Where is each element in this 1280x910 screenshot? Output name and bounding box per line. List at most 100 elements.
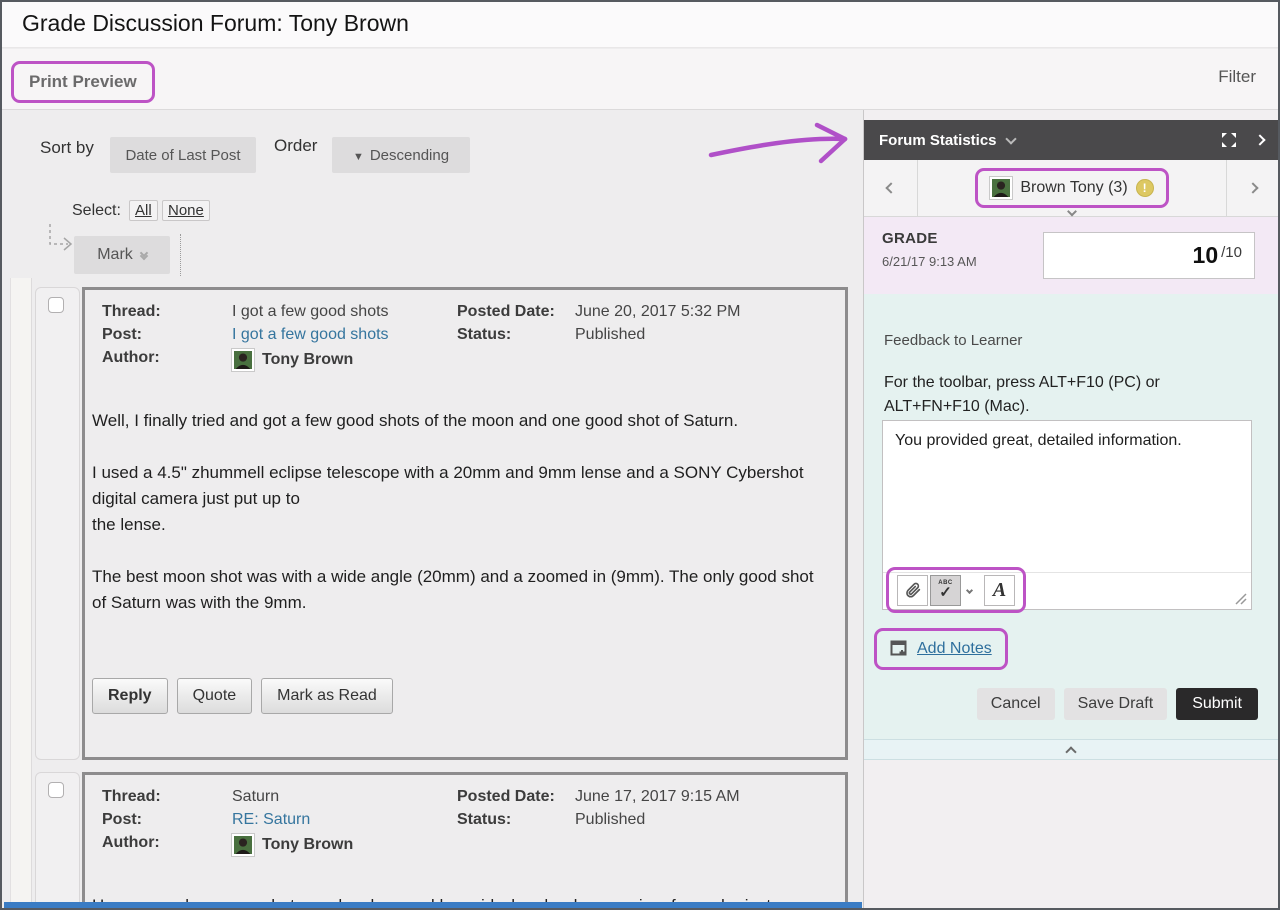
panel-header: Forum Statistics [864,120,1278,160]
thread-value: I got a few good shots [232,303,457,321]
post-actions: Reply Quote Mark as Read [92,678,393,714]
student-selector[interactable]: Brown Tony (3) ! [975,168,1168,208]
post-gutter [35,287,80,760]
student-name: Brown Tony (3) [1020,179,1127,197]
author-cell: Tony Brown [232,834,457,856]
double-chevron-down-icon [141,250,147,256]
post-header: Thread: Saturn Posted Date: June 17, 201… [102,788,822,856]
cancel-button[interactable]: Cancel [977,688,1055,720]
post-title-link[interactable]: RE: Saturn [232,811,457,829]
post-label: Post: [102,811,232,829]
posted-date-label: Posted Date: [457,788,575,806]
warning-icon: ! [1136,179,1154,197]
descending-arrow-icon: ▼ [353,151,364,163]
attach-file-button[interactable] [897,575,928,606]
next-student-button[interactable] [1226,160,1278,216]
feedback-editor: You provided great, detailed information… [882,420,1252,610]
post-body: Well, I finally tried and got a few good… [92,408,832,642]
submit-button[interactable]: Submit [1176,688,1258,720]
chevron-down-icon [1005,133,1016,144]
select-all-link[interactable]: All [129,200,158,221]
status-label: Status: [457,811,575,829]
author-label: Author: [102,349,232,371]
status-label: Status: [457,326,575,344]
mark-as-read-button[interactable]: Mark as Read [261,678,393,714]
add-notes-highlight: Add Notes [874,628,1008,670]
grade-discussion-page: Grade Discussion Forum: Tony Brown Print… [0,0,1280,910]
chevron-up-icon [1065,746,1076,757]
grade-input[interactable]: 10 /10 [1043,232,1255,279]
status-value: Published [575,811,822,829]
grade-score: 10 [1193,242,1219,269]
save-draft-button[interactable]: Save Draft [1064,688,1168,720]
mark-dropdown-button[interactable]: Mark [74,236,170,274]
post-row: Thread: I got a few good shots Posted Da… [35,287,848,760]
spellcheck-icon: ABC✓ [938,580,953,600]
spellcheck-dropdown[interactable] [963,575,976,606]
feedback-buttons: Cancel Save Draft Submit [977,688,1258,720]
author-cell: Tony Brown [232,349,457,371]
collapse-panel-icon[interactable] [1254,134,1265,145]
page-title: Grade Discussion Forum: Tony Brown [22,10,409,37]
posted-date-label: Posted Date: [457,303,575,321]
posted-date-value: June 17, 2017 9:15 AM [575,788,822,806]
paperclip-icon [904,581,922,599]
forum-statistics-panel: Forum Statistics Brown Tony (3) ! [863,110,1278,908]
editor-toolbar-highlight: ABC✓ A [886,567,1026,613]
post-checkbox[interactable] [48,782,64,798]
student-carousel: Brown Tony (3) ! [864,160,1278,217]
print-preview-button[interactable]: Print Preview [29,72,137,91]
grade-label: GRADE [882,230,938,247]
feedback-textarea[interactable]: You provided great, detailed information… [883,421,1251,574]
dashed-arrow-icon [40,222,80,258]
left-rail [10,278,32,908]
posted-date-value: June 20, 2017 5:32 PM [575,303,822,321]
post-card: Thread: I got a few good shots Posted Da… [82,287,848,760]
posts-main-area: Sort by Date of Last Post Order ▼Descend… [2,110,863,908]
annotation-arrow-icon [705,121,863,169]
reply-button[interactable]: Reply [92,678,168,714]
filter-button[interactable]: Filter [1218,67,1256,87]
status-value: Published [575,326,822,344]
post-paragraph: The best moon shot was with a wide angle… [92,564,832,616]
grade-out-of: /10 [1221,244,1242,261]
select-none-link[interactable]: None [162,200,210,221]
action-bar: Print Preview Filter [2,49,1278,110]
post-checkbox[interactable] [48,297,64,313]
carousel-center: Brown Tony (3) ! [918,160,1226,216]
post-gutter [35,772,80,908]
post-title-link[interactable]: I got a few good shots [232,326,457,344]
order-dropdown[interactable]: ▼Descending [332,137,470,173]
spellcheck-button[interactable]: ABC✓ [930,575,961,606]
grade-section: GRADE 6/21/17 9:13 AM 10 /10 [864,217,1278,294]
thread-label: Thread: [102,303,232,321]
chevron-down-icon[interactable] [1067,207,1077,217]
title-bar: Grade Discussion Forum: Tony Brown [2,2,1278,48]
add-notes-link[interactable]: Add Notes [917,640,992,658]
previous-student-button[interactable] [864,160,918,216]
toolbar-help-text: For the toolbar, press ALT+F10 (PC) or A… [884,371,1214,419]
author-label: Author: [102,834,232,856]
text-style-button[interactable]: A [984,575,1015,606]
notes-icon [890,640,908,658]
quote-button[interactable]: Quote [177,678,253,714]
panel-title[interactable]: Forum Statistics [879,132,997,149]
post-label: Post: [102,326,232,344]
sort-by-dropdown[interactable]: Date of Last Post [110,137,256,173]
avatar [232,349,254,371]
avatar [990,177,1012,199]
thread-label: Thread: [102,788,232,806]
panel-collapse-strip[interactable] [864,739,1278,760]
post-row: Thread: Saturn Posted Date: June 17, 201… [35,772,848,908]
editor-footer: ABC✓ A [883,572,1251,609]
post-paragraph: Well, I finally tried and got a few good… [92,408,832,434]
feedback-section: Feedback to Learner For the toolbar, pre… [864,294,1278,739]
post-paragraph: I used a 4.5" zhummell eclipse telescope… [92,460,832,538]
avatar [232,834,254,856]
thread-value: Saturn [232,788,457,806]
print-preview-highlight: Print Preview [11,61,155,103]
resize-handle-icon[interactable] [1233,591,1248,606]
post-card: Thread: Saturn Posted Date: June 17, 201… [82,772,848,908]
grade-date: 6/21/17 9:13 AM [882,254,977,269]
expand-icon[interactable] [1220,131,1238,149]
